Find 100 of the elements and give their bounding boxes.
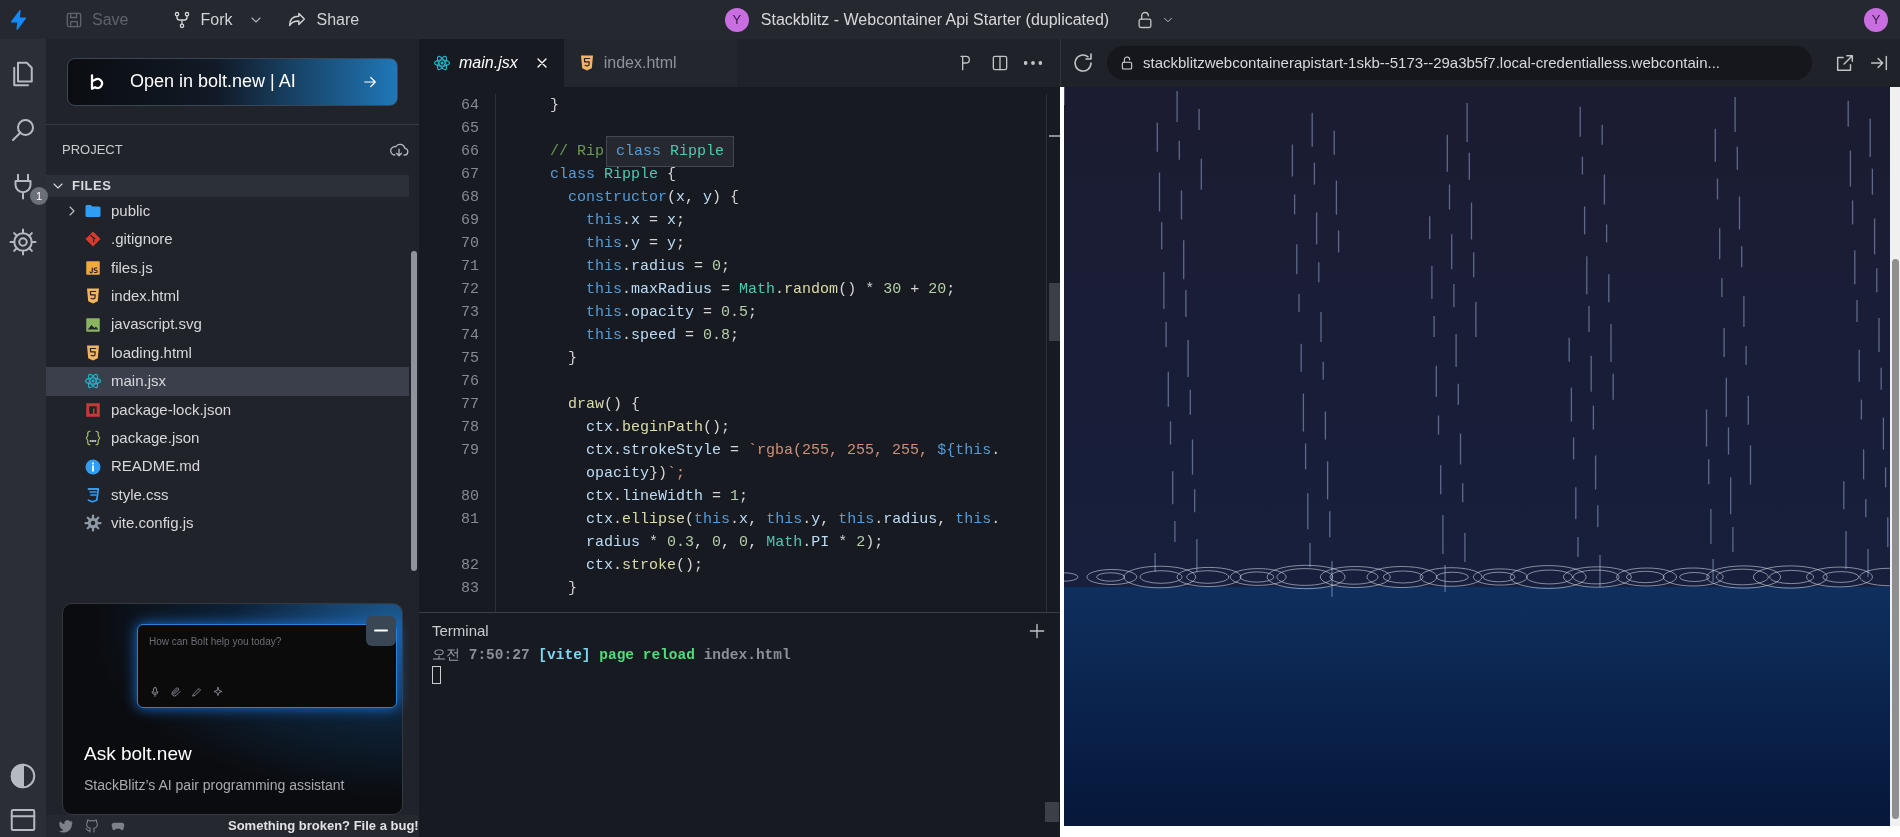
- line-number: 69: [461, 211, 479, 231]
- scrollbar[interactable]: [1890, 87, 1900, 826]
- ask-bolt-card[interactable]: How can Bolt help you today? Ask bolt.new StackBlitz’s AI pair programming assistant: [62, 602, 403, 815]
- file-tree-item[interactable]: vite.config.js: [46, 509, 409, 538]
- settings-icon: [8, 227, 38, 257]
- url-field[interactable]: stackblitzwebcontainerapistart-1skb--5173--29a3b5f7.local-credentialless.webcontain...: [1107, 46, 1812, 80]
- open-in-new-tab-button[interactable]: [1834, 52, 1856, 74]
- line-number: 70: [461, 234, 479, 254]
- lock-icon: [1119, 55, 1135, 71]
- line-number: 73: [461, 303, 479, 323]
- terminal-title: Terminal: [432, 620, 489, 641]
- html-shield-icon: [84, 287, 102, 306]
- line-number: 66: [461, 142, 479, 162]
- file-tree-item[interactable]: README.md: [46, 452, 409, 481]
- hover-tooltip: class Ripple: [606, 136, 735, 167]
- code-line: ctx.ellipse(this.x, this.y, this.radius, this.: [585, 510, 1001, 530]
- line-number: 79: [461, 441, 479, 461]
- code-line: }: [567, 579, 577, 599]
- line-number: 68: [461, 188, 479, 208]
- atom-icon: [84, 372, 102, 391]
- code-line: this.speed = 0.8;: [585, 326, 740, 346]
- file-tree-item[interactable]: index.html: [46, 282, 409, 311]
- project-title: Stackblitz - Webcontainer Api Starter (duplicated): [760, 9, 1110, 30]
- pencil-icon: [191, 685, 203, 698]
- line-number: 80: [461, 487, 479, 507]
- code-line: ctx.beginPath();: [585, 418, 731, 438]
- editor-tab[interactable]: main.jsx: [419, 39, 564, 87]
- share-button[interactable]: Share: [286, 0, 360, 39]
- js-icon: [84, 258, 102, 277]
- add-terminal-button[interactable]: [1027, 621, 1047, 641]
- bird-icon: [58, 817, 74, 834]
- sparkle-icon: [212, 685, 224, 698]
- gear-icon: [84, 514, 102, 533]
- card-title: Ask bolt.new: [84, 742, 193, 767]
- diamond-icon: [84, 230, 102, 249]
- line-number: 74: [461, 326, 479, 346]
- minimize-button[interactable]: [366, 615, 396, 646]
- more-button[interactable]: [1024, 61, 1042, 65]
- file-tree-item[interactable]: public: [46, 196, 409, 226]
- files-section-header[interactable]: FILES: [46, 174, 409, 197]
- user-avatar[interactable]: Y: [724, 7, 749, 32]
- plus-icon: [1027, 621, 1047, 641]
- info-icon: [84, 457, 102, 476]
- line-number: 77: [461, 395, 479, 415]
- file-tree-item[interactable]: style.css: [46, 480, 409, 510]
- card-subtitle: StackBlitz’s AI pair programming assistant: [84, 775, 346, 795]
- code-line: class Ripple {: [550, 165, 677, 185]
- external-link-icon: [1834, 52, 1856, 74]
- theme-button[interactable]: [8, 761, 38, 791]
- terminal-line: 오전 7:50:27 [vite] page reload index.html: [432, 645, 792, 665]
- code-line: this.radius = 0;: [585, 257, 731, 277]
- settings-button[interactable]: [8, 227, 38, 257]
- line-number: 82: [461, 556, 479, 576]
- atom-icon: [433, 54, 451, 72]
- code-line: this.maxRadius = Math.random() * 30 + 20;: [585, 280, 956, 300]
- section-title: PROJECT: [62, 140, 123, 159]
- html-shield-icon: [84, 344, 102, 362]
- reload-button[interactable]: [1071, 51, 1095, 75]
- open-in-bolt-button[interactable]: Open in bolt.new | AI: [67, 58, 398, 106]
- line-number: 71: [461, 257, 479, 277]
- split-editor-button[interactable]: [990, 53, 1010, 73]
- code-line: ctx.stroke();: [585, 556, 704, 576]
- code-line: constructor(x, y) {: [567, 188, 740, 208]
- github-cat-icon: [84, 817, 100, 834]
- badge-count: 1: [30, 187, 48, 205]
- code-line: }: [550, 96, 559, 116]
- fork-button[interactable]: Fork: [172, 0, 233, 39]
- line-number: 81: [461, 510, 479, 530]
- paperclip-icon: [170, 685, 182, 698]
- file-tree-item[interactable]: javascript.svg: [46, 310, 409, 339]
- editor-tab[interactable]: index.html: [563, 39, 737, 87]
- file-tree-item[interactable]: package.json: [46, 423, 409, 453]
- braces-icon: [84, 429, 102, 448]
- file-tree-item[interactable]: files.js: [46, 253, 409, 282]
- file-tree-item[interactable]: .gitignore: [46, 225, 409, 254]
- code-line: }: [567, 349, 577, 369]
- line-number: 67: [461, 165, 479, 185]
- minus-icon: [374, 629, 388, 633]
- reload-icon: [1071, 51, 1095, 75]
- file-tree-item[interactable]: package-lock.json: [46, 395, 409, 424]
- scrollbar[interactable]: [1045, 802, 1059, 822]
- microphone-icon: [149, 685, 161, 698]
- code-line: radius * 0.3, 0, 0, Math.PI * 2);: [585, 533, 884, 553]
- contrast-icon: [8, 761, 38, 791]
- code-line: this.x = x;: [585, 211, 686, 231]
- code-line: // Rip: [550, 142, 604, 162]
- file-tree-item[interactable]: loading.html: [46, 338, 409, 368]
- more-icon: [1024, 61, 1042, 65]
- line-number: 72: [461, 280, 479, 300]
- code-line: this.y = y;: [585, 234, 686, 254]
- user-avatar[interactable]: Y: [1864, 7, 1888, 32]
- line-number: 64: [461, 96, 479, 116]
- code-line: draw() {: [567, 395, 641, 415]
- line-number: 65: [461, 119, 479, 139]
- split-view-icon: [990, 53, 1010, 73]
- line-number: 78: [461, 418, 479, 438]
- file-tree-item[interactable]: main.jsx: [46, 367, 409, 396]
- input-placeholder: How can Bolt help you today?: [149, 634, 283, 649]
- code-line: this.opacity = 0.5;: [585, 303, 758, 323]
- line-number: 83: [461, 579, 479, 599]
